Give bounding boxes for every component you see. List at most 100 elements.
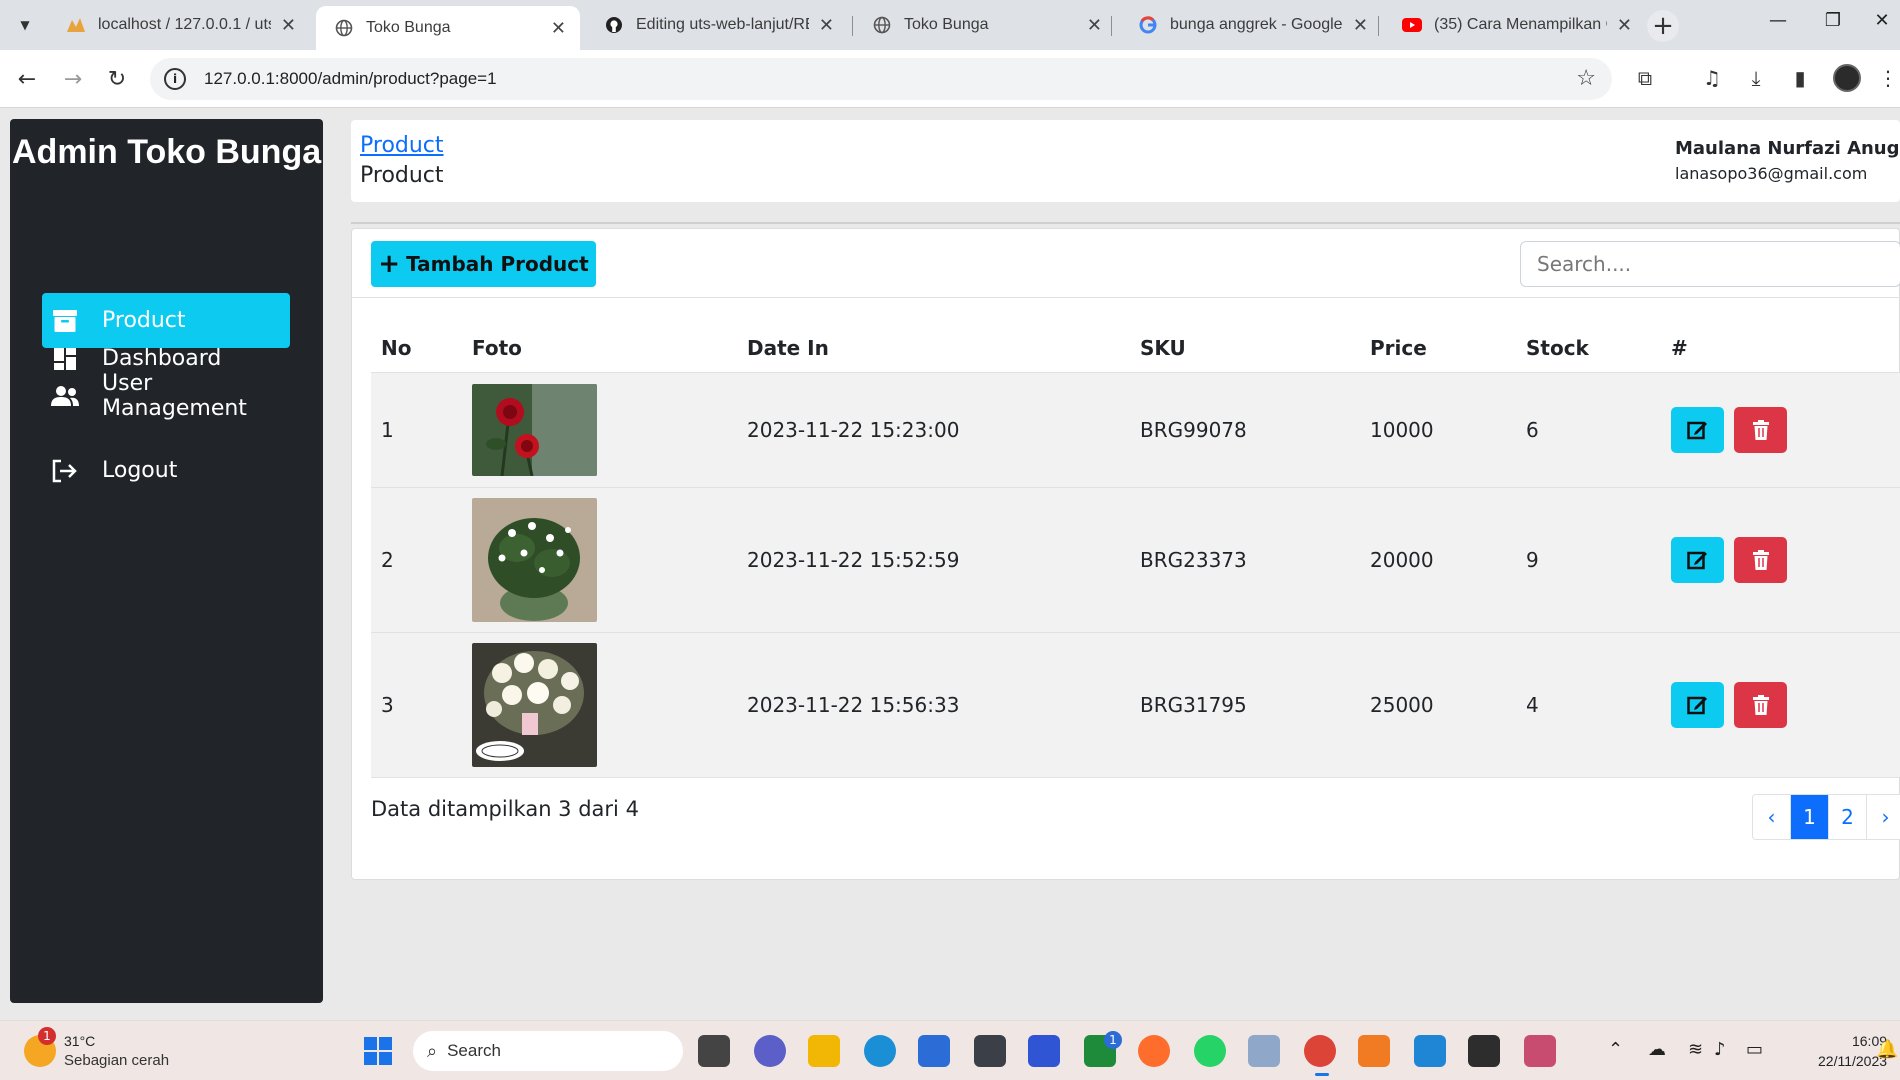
sidebar-item-label: Logout — [102, 458, 178, 483]
cell-date-in: 2023-11-22 15:56:33 — [737, 632, 1130, 778]
download-icon[interactable]: ⤓ — [1742, 66, 1770, 90]
close-icon[interactable]: ✕ — [819, 15, 834, 36]
pagination-page-2[interactable]: 2 — [1829, 795, 1867, 839]
file-explorer-icon[interactable] — [808, 1035, 840, 1067]
tab-title: bunga anggrek - Google P — [1170, 16, 1343, 33]
users-icon — [50, 381, 80, 411]
notification-bell-icon[interactable]: 🔔 — [1876, 1039, 1898, 1060]
microsoft-store-icon[interactable] — [918, 1035, 950, 1067]
browser-tab-phpmyadmin[interactable]: localhost / 127.0.0.1 / uts_t ✕ — [48, 6, 310, 44]
close-icon[interactable]: ✕ — [551, 18, 566, 39]
whatsapp-icon[interactable] — [1194, 1035, 1226, 1067]
battery-icon[interactable]: ▭ — [1746, 1039, 1763, 1060]
edit-button[interactable] — [1671, 681, 1724, 728]
close-icon[interactable]: ✕ — [1353, 15, 1368, 36]
header-divider — [351, 222, 1900, 224]
trash-icon — [1752, 419, 1769, 440]
browser-tab-toko-bunga-active[interactable]: Toko Bunga ✕ — [316, 6, 580, 50]
search-input[interactable] — [1520, 241, 1900, 287]
close-window-icon[interactable]: ✕ — [1862, 10, 1900, 31]
onedrive-cloud-icon[interactable]: ☁ — [1648, 1039, 1666, 1060]
browser-tab-toko-bunga[interactable]: Toko Bunga ✕ — [854, 6, 1116, 44]
bookmark-star-icon[interactable]: ☆ — [1576, 66, 1596, 91]
vscode-icon[interactable] — [1414, 1035, 1446, 1067]
cell-stock: 6 — [1516, 372, 1661, 488]
cell-no: 2 — [371, 487, 462, 633]
trash-icon — [1752, 549, 1769, 570]
address-bar[interactable]: i 127.0.0.1:8000/admin/product?page=1 ☆ — [150, 58, 1612, 100]
browser-tab-google[interactable]: bunga anggrek - Google P ✕ — [1120, 6, 1382, 44]
back-arrow-icon[interactable]: ← — [12, 64, 42, 94]
new-tab-plus-icon[interactable]: + — [1647, 10, 1679, 42]
brand-title: Admin Toko Bunga — [12, 133, 322, 171]
github-icon — [604, 15, 624, 35]
tab-search-chevron-icon[interactable]: ▼ — [12, 10, 38, 40]
add-product-label: Tambah Product — [406, 252, 589, 276]
wifi-icon[interactable]: ≋ — [1688, 1039, 1703, 1060]
forward-arrow-icon[interactable]: → — [58, 64, 88, 94]
column-header-foto: Foto — [462, 325, 737, 373]
xampp-icon[interactable] — [1358, 1035, 1390, 1067]
cell-actions — [1661, 372, 1900, 488]
delete-button[interactable] — [1734, 536, 1787, 583]
minimize-icon[interactable]: — — [1758, 10, 1798, 31]
pagination-page-1[interactable]: 1 — [1791, 795, 1829, 839]
teams-chat-icon[interactable] — [754, 1035, 786, 1067]
cell-photo — [462, 372, 737, 488]
volume-icon[interactable]: ♪ — [1714, 1039, 1726, 1060]
user-name: Maulana Nurfazi Anugera — [1675, 138, 1900, 159]
delete-button[interactable] — [1734, 681, 1787, 728]
extensions-icon[interactable]: ⧉ — [1631, 66, 1659, 90]
side-panel-icon[interactable]: ▮ — [1786, 66, 1814, 90]
cell-photo — [462, 487, 737, 633]
search-icon: ⌕ — [427, 1040, 438, 1061]
cell-stock: 9 — [1516, 487, 1661, 633]
edge-browser-icon[interactable] — [864, 1035, 896, 1067]
more-menu-icon[interactable]: ⋮ — [1874, 66, 1900, 90]
weather-temperature[interactable]: 31°C — [64, 1033, 95, 1049]
pagination-prev[interactable]: ‹ — [1753, 795, 1791, 839]
app-cube-icon[interactable] — [974, 1035, 1006, 1067]
chrome-icon[interactable] — [1304, 1035, 1336, 1067]
sidebar-item-product[interactable]: Product — [42, 293, 290, 348]
task-view-icon[interactable] — [698, 1035, 730, 1067]
close-icon[interactable]: ✕ — [1087, 15, 1102, 36]
app-pen-icon[interactable] — [1028, 1035, 1060, 1067]
table-row: 1 2023-11-22 15:23:00 BRG99078 10000 6 — [371, 372, 1900, 488]
close-icon[interactable]: ✕ — [281, 15, 296, 36]
browser-tab-github[interactable]: Editing uts-web-lanjut/REA ✕ — [586, 6, 848, 44]
sidebar-item-user-management[interactable]: User Management — [42, 368, 290, 423]
snipping-tool-icon[interactable] — [1524, 1035, 1556, 1067]
breadcrumb-link-product[interactable]: Product — [360, 133, 444, 158]
google-icon — [1138, 15, 1158, 35]
media-controls-icon[interactable]: ♫ — [1698, 66, 1726, 90]
performance-monitor-icon[interactable] — [1248, 1035, 1280, 1067]
table-header-row: No Foto Date In SKU Price Stock # — [371, 325, 1900, 373]
tab-title: localhost / 127.0.0.1 / uts_t — [98, 16, 271, 33]
cell-actions — [1661, 632, 1900, 778]
site-info-icon[interactable]: i — [164, 68, 186, 90]
terminal-icon[interactable] — [1468, 1035, 1500, 1067]
browser-tab-youtube[interactable]: (35) Cara Menampilkan Ga ✕ — [1384, 6, 1646, 44]
delete-button[interactable] — [1734, 406, 1787, 453]
youtube-icon — [1402, 15, 1422, 35]
weather-description[interactable]: Sebagian cerah — [64, 1052, 169, 1069]
firefox-icon[interactable] — [1138, 1035, 1170, 1067]
tab-separator — [852, 16, 853, 36]
taskbar-search[interactable]: ⌕ Search — [413, 1031, 683, 1071]
product-table: No Foto Date In SKU Price Stock # 1 2023… — [371, 325, 1900, 778]
windows-start-icon[interactable] — [364, 1037, 392, 1065]
profile-avatar[interactable] — [1833, 64, 1861, 92]
sidebar-item-logout[interactable]: Logout — [42, 443, 290, 498]
pagination-next[interactable]: › — [1867, 795, 1900, 839]
address-url[interactable]: 127.0.0.1:8000/admin/product?page=1 — [204, 69, 497, 89]
tab-title: Editing uts-web-lanjut/REA — [636, 16, 809, 33]
chevron-up-icon[interactable]: ⌃ — [1608, 1039, 1623, 1060]
reload-icon[interactable]: ↻ — [102, 64, 132, 94]
add-product-button[interactable]: + Tambah Product — [371, 241, 596, 287]
edit-button[interactable] — [1671, 536, 1724, 583]
close-icon[interactable]: ✕ — [1617, 15, 1632, 36]
restore-icon[interactable]: ❐ — [1813, 10, 1853, 31]
edit-button[interactable] — [1671, 406, 1724, 453]
card-divider — [352, 297, 1900, 298]
